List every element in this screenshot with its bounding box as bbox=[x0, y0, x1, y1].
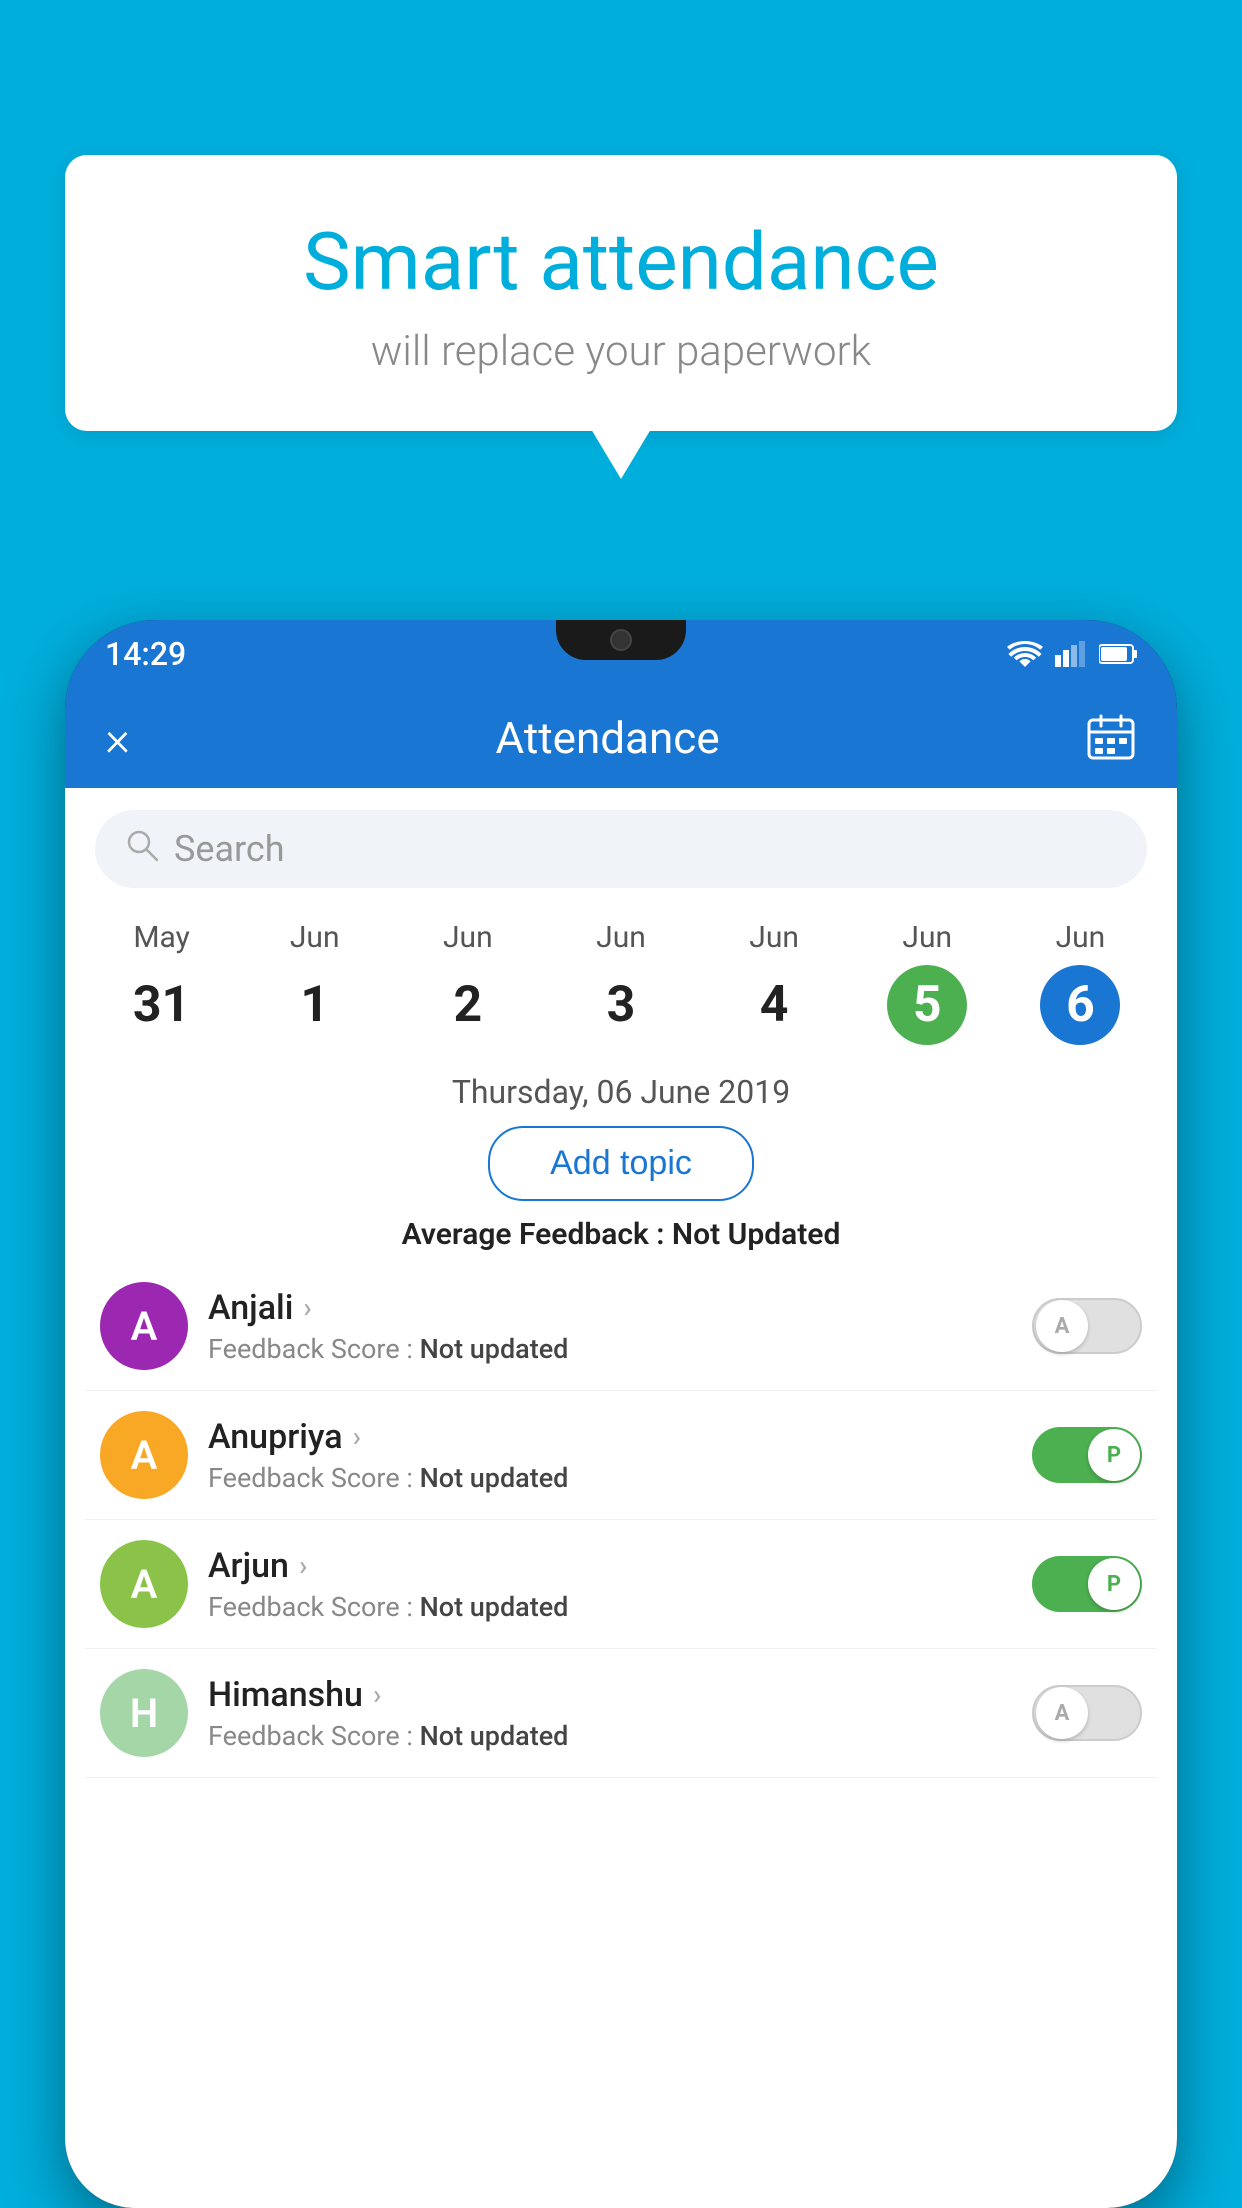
student-feedback: Feedback Score : Not updated bbox=[208, 1720, 1012, 1752]
student-name[interactable]: Anjali › bbox=[208, 1288, 1012, 1328]
list-item: A Anjali › Feedback Score : Not updated A bbox=[85, 1262, 1157, 1391]
cal-month-label: Jun bbox=[749, 920, 799, 955]
feedback-value: Not updated bbox=[420, 1462, 569, 1494]
bubble-subtitle: will replace your paperwork bbox=[115, 327, 1127, 376]
feedback-value: Not updated bbox=[420, 1333, 569, 1365]
avatar: H bbox=[100, 1669, 188, 1757]
phone-frame: 14:29 × Attendance bbox=[65, 620, 1177, 2208]
list-item: A Anupriya › Feedback Score : Not updated P bbox=[85, 1391, 1157, 1520]
list-item: H Himanshu › Feedback Score : Not updated A bbox=[85, 1649, 1157, 1778]
add-topic-button[interactable]: Add topic bbox=[488, 1126, 754, 1201]
app-header: × Attendance bbox=[65, 688, 1177, 788]
calendar-strip: May 31 Jun 1 Jun 2 Jun 3 Jun 4 Jun 5 Jun 6 bbox=[65, 910, 1177, 1055]
cal-month-label: May bbox=[133, 920, 189, 955]
toggle-wrap[interactable]: P bbox=[1032, 1427, 1142, 1483]
student-info: Himanshu › Feedback Score : Not updated bbox=[208, 1675, 1012, 1752]
attendance-toggle[interactable]: A bbox=[1032, 1298, 1142, 1354]
notch-camera bbox=[610, 629, 632, 651]
status-bar: 14:29 bbox=[65, 620, 1177, 688]
wifi-icon bbox=[1007, 641, 1043, 667]
attendance-toggle[interactable]: A bbox=[1032, 1685, 1142, 1741]
toggle-knob: A bbox=[1036, 1300, 1088, 1352]
signal-icon bbox=[1055, 641, 1087, 667]
cal-date-label: 6 bbox=[1040, 965, 1120, 1045]
student-info: Arjun › Feedback Score : Not updated bbox=[208, 1546, 1012, 1623]
cal-date-label: 2 bbox=[428, 965, 508, 1045]
student-name[interactable]: Arjun › bbox=[208, 1546, 1012, 1586]
toggle-knob: P bbox=[1088, 1429, 1140, 1481]
toggle-wrap[interactable]: A bbox=[1032, 1298, 1142, 1354]
cal-date-label: 1 bbox=[275, 965, 355, 1045]
avatar: A bbox=[100, 1411, 188, 1499]
student-feedback: Feedback Score : Not updated bbox=[208, 1462, 1012, 1494]
calendar-day[interactable]: Jun 4 bbox=[734, 920, 814, 1055]
app-content: Search May 31 Jun 1 Jun 2 Jun 3 Jun 4 Jun 5 Jun 6 Thu… bbox=[65, 788, 1177, 2208]
avg-feedback-label: Average Feedback : bbox=[402, 1217, 672, 1252]
calendar-day[interactable]: Jun 6 bbox=[1040, 920, 1120, 1055]
status-time: 14:29 bbox=[105, 635, 186, 673]
average-feedback: Average Feedback : Not Updated bbox=[65, 1217, 1177, 1252]
cal-month-label: Jun bbox=[902, 920, 952, 955]
feedback-value: Not updated bbox=[420, 1720, 569, 1752]
cal-month-label: Jun bbox=[1056, 920, 1106, 955]
bubble-title: Smart attendance bbox=[115, 215, 1127, 309]
student-name[interactable]: Himanshu › bbox=[208, 1675, 1012, 1715]
cal-date-label: 5 bbox=[887, 965, 967, 1045]
chevron-icon: › bbox=[299, 1549, 307, 1582]
student-feedback: Feedback Score : Not updated bbox=[208, 1591, 1012, 1623]
calendar-day[interactable]: May 31 bbox=[122, 920, 202, 1055]
calendar-day[interactable]: Jun 1 bbox=[275, 920, 355, 1055]
student-info: Anjali › Feedback Score : Not updated bbox=[208, 1288, 1012, 1365]
attendance-toggle[interactable]: P bbox=[1032, 1427, 1142, 1483]
cal-date-label: 3 bbox=[581, 965, 661, 1045]
chevron-icon: › bbox=[353, 1420, 361, 1453]
chevron-icon: › bbox=[373, 1678, 381, 1711]
battery-icon bbox=[1099, 643, 1137, 665]
toggle-knob: P bbox=[1088, 1558, 1140, 1610]
student-feedback: Feedback Score : Not updated bbox=[208, 1333, 1012, 1365]
speech-bubble: Smart attendance will replace your paper… bbox=[65, 155, 1177, 431]
toggle-wrap[interactable]: A bbox=[1032, 1685, 1142, 1741]
student-list: AAnjali ›Feedback Score : Not updatedAAA… bbox=[65, 1262, 1177, 1778]
calendar-day[interactable]: Jun 2 bbox=[428, 920, 508, 1055]
close-button[interactable]: × bbox=[105, 710, 130, 767]
cal-date-label: 31 bbox=[122, 965, 202, 1045]
search-icon bbox=[125, 828, 159, 870]
app-title: Attendance bbox=[495, 712, 719, 764]
cal-month-label: Jun bbox=[596, 920, 646, 955]
feedback-value: Not updated bbox=[420, 1591, 569, 1623]
speech-bubble-container: Smart attendance will replace your paper… bbox=[65, 155, 1177, 431]
avatar: A bbox=[100, 1540, 188, 1628]
toggle-knob: A bbox=[1036, 1687, 1088, 1739]
list-item: A Arjun › Feedback Score : Not updated P bbox=[85, 1520, 1157, 1649]
toggle-wrap[interactable]: P bbox=[1032, 1556, 1142, 1612]
status-icons bbox=[1007, 641, 1137, 667]
cal-month-label: Jun bbox=[443, 920, 493, 955]
student-name[interactable]: Anupriya › bbox=[208, 1417, 1012, 1457]
calendar-icon[interactable] bbox=[1085, 712, 1137, 764]
cal-month-label: Jun bbox=[290, 920, 340, 955]
selected-date-display: Thursday, 06 June 2019 bbox=[65, 1073, 1177, 1111]
notch bbox=[556, 620, 686, 660]
avg-feedback-value: Not Updated bbox=[672, 1217, 840, 1252]
chevron-icon: › bbox=[303, 1291, 311, 1324]
calendar-day[interactable]: Jun 3 bbox=[581, 920, 661, 1055]
calendar-day[interactable]: Jun 5 bbox=[887, 920, 967, 1055]
search-bar[interactable]: Search bbox=[95, 810, 1147, 888]
student-info: Anupriya › Feedback Score : Not updated bbox=[208, 1417, 1012, 1494]
avatar: A bbox=[100, 1282, 188, 1370]
search-input[interactable]: Search bbox=[174, 828, 1117, 870]
attendance-toggle[interactable]: P bbox=[1032, 1556, 1142, 1612]
cal-date-label: 4 bbox=[734, 965, 814, 1045]
